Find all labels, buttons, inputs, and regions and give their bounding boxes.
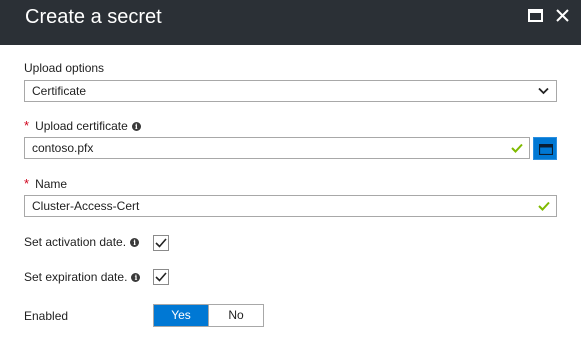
enabled-label: Enabled [24,309,69,323]
chevron-down-icon [538,87,549,95]
upload-certificate-label-text: Upload certificate [35,119,128,133]
upload-certificate-label: * Upload certificate i [24,119,141,133]
upload-options-value: Certificate [32,84,87,98]
upload-certificate-input[interactable]: contoso.pfx [24,137,530,159]
upload-options-label: Upload options [24,61,105,75]
info-icon[interactable]: i [131,273,141,282]
valid-check-icon [511,143,523,153]
name-input[interactable]: Cluster-Access-Cert [24,195,557,217]
blade-header: Create a secret [0,0,581,45]
blade-title: Create a secret [25,6,162,28]
maximize-icon [528,9,543,22]
valid-check-icon [538,201,550,211]
expiration-date-label: Set expiration date. i [24,270,141,284]
activation-date-label: Set activation date. i [24,235,140,249]
activation-date-label-text: Set activation date. [24,235,127,249]
enabled-no-option[interactable]: No [208,305,263,326]
upload-certificate-value: contoso.pfx [32,141,94,155]
folder-icon [539,144,553,155]
close-icon [556,9,569,22]
expiration-date-checkbox[interactable] [153,269,169,285]
browse-file-button[interactable] [533,137,557,160]
close-button[interactable] [553,7,573,27]
required-marker: * [24,118,30,133]
activation-date-checkbox[interactable] [153,235,169,251]
upload-options-dropdown[interactable]: Certificate [24,80,557,102]
name-label-text: Name [35,177,68,191]
name-value: Cluster-Access-Cert [32,199,140,213]
enabled-toggle[interactable]: Yes No [153,304,264,327]
checkmark-icon [155,272,167,282]
maximize-button[interactable] [526,7,546,27]
checkmark-icon [155,238,167,248]
info-icon[interactable]: i [130,238,140,247]
name-label: * Name [24,176,68,192]
info-icon[interactable]: i [131,122,141,131]
expiration-date-label-text: Set expiration date. [24,270,128,284]
enabled-yes-option[interactable]: Yes [154,305,208,326]
required-marker: * [24,176,30,191]
